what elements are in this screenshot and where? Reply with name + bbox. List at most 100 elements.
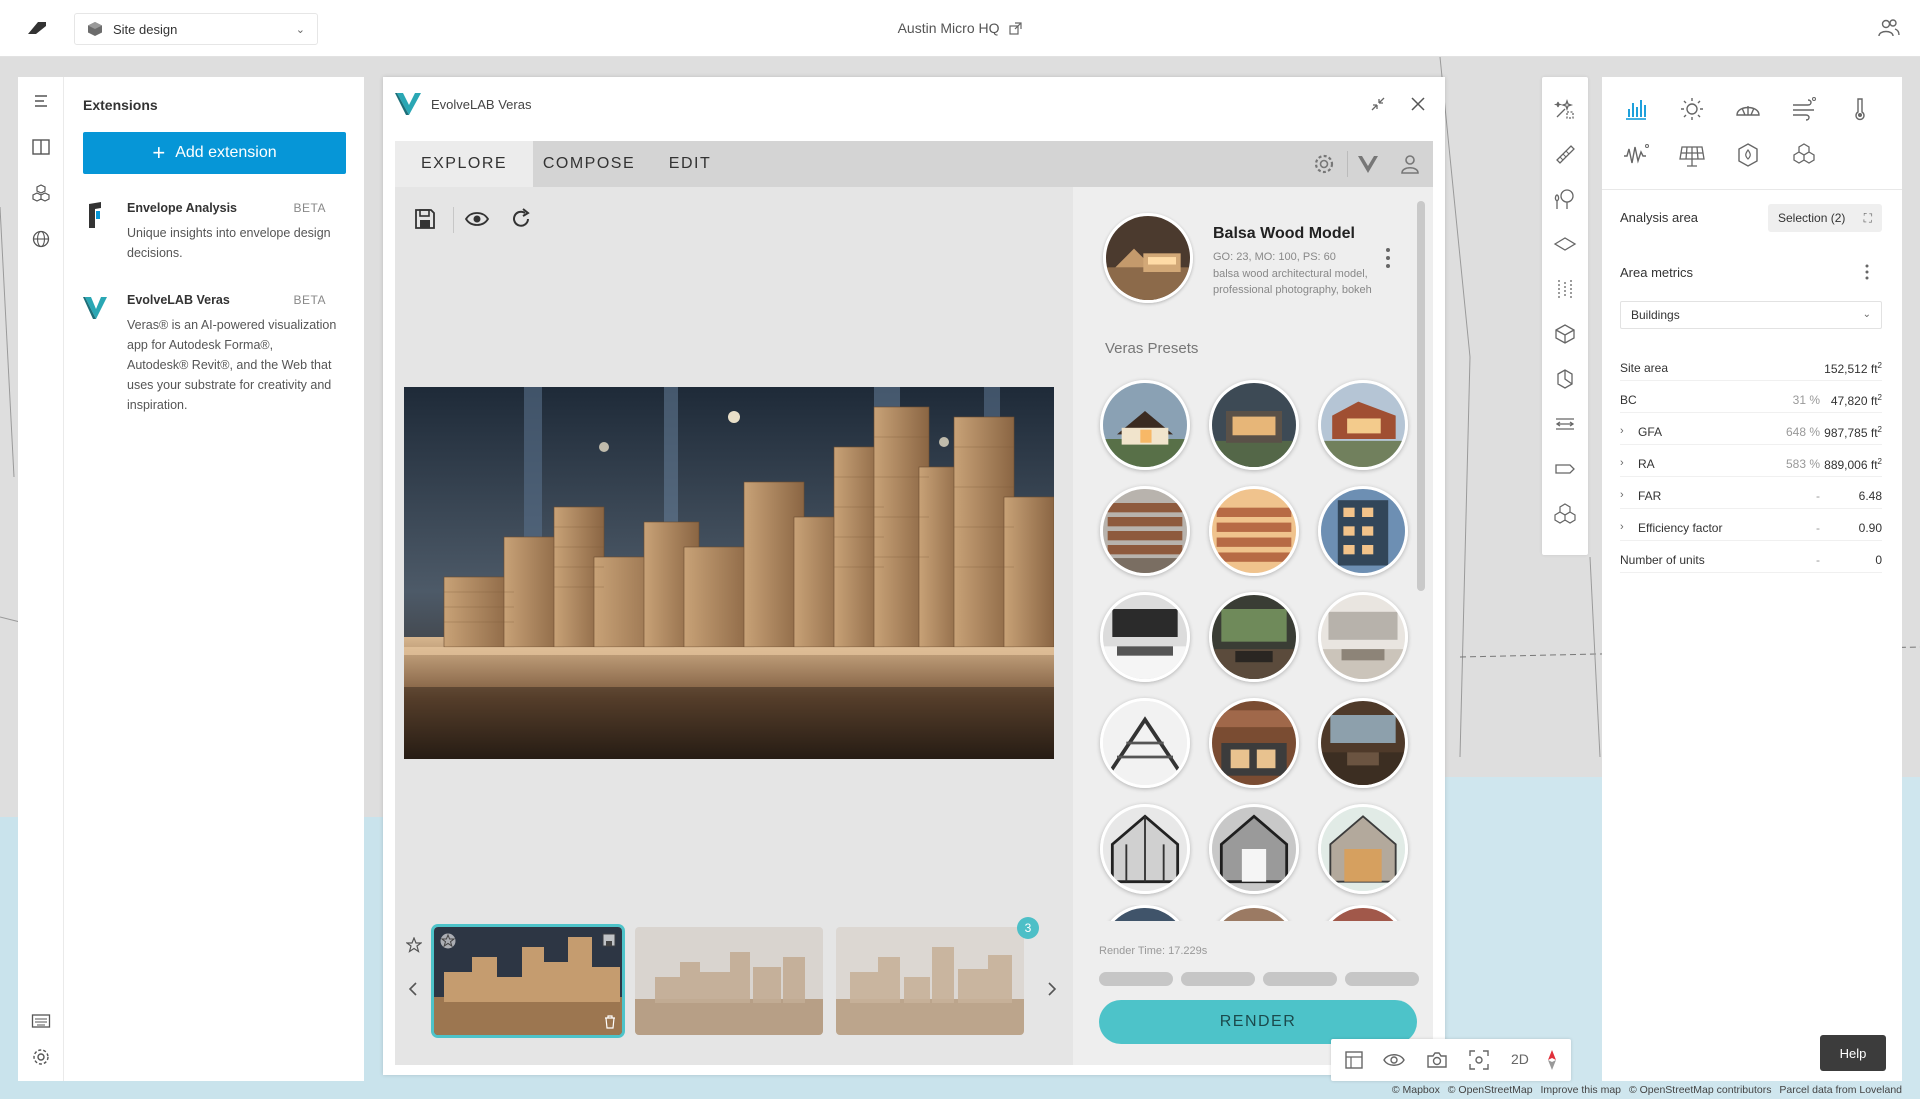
tab-explore[interactable]: EXPLORE [395, 141, 533, 187]
wind-icon[interactable] [1790, 95, 1818, 123]
collapse-icon[interactable] [1369, 95, 1387, 113]
preset-thumbnail[interactable] [1318, 486, 1408, 576]
chevron-right-icon[interactable]: › [1620, 425, 1624, 437]
metric-row-ra[interactable]: › RA 583 % 889,006 ft2 [1620, 453, 1882, 477]
tab-compose[interactable]: COMPOSE [533, 141, 645, 187]
draw-icon[interactable] [1553, 142, 1577, 166]
extension-item-veras[interactable]: EvolveLAB Veras BETA Veras® is an AI-pow… [83, 293, 346, 413]
render-thumbnail[interactable] [434, 927, 622, 1035]
eye-icon[interactable] [465, 207, 489, 231]
preset-thumbnail[interactable] [1209, 905, 1299, 921]
gear-icon[interactable] [31, 1047, 51, 1067]
chevron-left-icon[interactable] [407, 981, 419, 997]
attribution-link[interactable]: © Mapbox [1392, 1084, 1440, 1096]
align-icon[interactable] [1553, 412, 1577, 436]
preset-thumbnail[interactable] [1209, 698, 1299, 788]
star-icon[interactable] [440, 933, 456, 949]
metrics-type-dropdown[interactable]: Buildings ⌄ [1620, 301, 1882, 329]
trash-icon[interactable] [604, 1015, 616, 1029]
attribution-link[interactable]: © OpenStreetMap contributors [1629, 1084, 1772, 1096]
render-button[interactable]: RENDER [1099, 1000, 1417, 1044]
thermometer-icon[interactable] [1846, 95, 1874, 123]
chevron-right-icon[interactable]: › [1620, 489, 1624, 501]
menu-icon[interactable] [31, 91, 51, 111]
active-preset-thumbnail[interactable] [1103, 213, 1193, 303]
metric-row-far[interactable]: › FAR - 6.48 [1620, 485, 1882, 509]
chevron-right-icon[interactable]: › [1620, 457, 1624, 469]
metric-row-efficiency[interactable]: › Efficiency factor - 0.90 [1620, 517, 1882, 541]
box-icon[interactable] [1553, 367, 1577, 391]
preset-thumbnail[interactable] [1318, 592, 1408, 682]
add-extension-button[interactable]: + Add extension [83, 132, 346, 174]
people-icon[interactable] [1878, 18, 1900, 38]
book-icon[interactable] [31, 137, 51, 157]
preset-thumbnail[interactable] [1100, 804, 1190, 894]
preset-thumbnail[interactable] [1100, 698, 1190, 788]
hexagon-icon[interactable] [1734, 141, 1762, 169]
preset-thumbnail[interactable] [1318, 698, 1408, 788]
extension-item-envelope[interactable]: Envelope Analysis BETA Unique insights i… [83, 201, 346, 271]
blocks-icon[interactable] [1790, 141, 1818, 169]
measure-icon[interactable] [1553, 277, 1577, 301]
render-thumbnail[interactable] [635, 927, 823, 1035]
project-title[interactable]: Austin Micro HQ [898, 20, 1000, 36]
extensions-icon[interactable] [31, 183, 51, 203]
settings-icon[interactable] [1313, 153, 1335, 175]
map-icon[interactable] [1343, 1049, 1365, 1071]
noise-icon[interactable] [1622, 141, 1650, 169]
preset-thumbnail[interactable] [1100, 905, 1190, 921]
more-vertical-icon[interactable] [1385, 247, 1391, 269]
selection-chip[interactable]: Selection (2) ⛶ [1768, 204, 1882, 232]
preset-thumbnail[interactable] [1209, 592, 1299, 682]
star-icon[interactable] [406, 937, 422, 953]
globe-icon[interactable] [31, 229, 51, 249]
compass-icon[interactable] [1541, 1049, 1563, 1071]
attribution-link[interactable]: © OpenStreetMap [1448, 1084, 1533, 1096]
preset-thumbnail[interactable] [1100, 380, 1190, 470]
cubes-icon[interactable] [1553, 502, 1577, 526]
preset-thumbnail[interactable] [1209, 486, 1299, 576]
save-icon[interactable] [602, 933, 616, 947]
refresh-icon[interactable] [509, 207, 533, 231]
camera-icon[interactable] [1426, 1049, 1448, 1071]
more-vertical-icon[interactable] [1864, 263, 1870, 281]
mode-dropdown[interactable]: Site design ⌄ [74, 13, 318, 45]
forma-logo-icon[interactable] [26, 18, 48, 38]
main-render-image[interactable] [404, 387, 1054, 759]
focus-icon[interactable] [1468, 1049, 1490, 1071]
tab-edit[interactable]: EDIT [645, 141, 735, 187]
solar-panel-icon[interactable] [1678, 141, 1706, 169]
save-icon[interactable] [413, 207, 437, 231]
view-toolbar: 2D [1331, 1039, 1571, 1081]
keyboard-icon[interactable] [31, 1011, 51, 1031]
preset-thumbnail[interactable] [1318, 905, 1408, 921]
bar-chart-icon[interactable] [1622, 95, 1650, 123]
veras-logo-icon[interactable] [1357, 153, 1379, 175]
attribution-link[interactable]: Improve this map [1540, 1084, 1621, 1096]
external-link-icon[interactable] [1009, 22, 1023, 35]
view-mode-toggle[interactable]: 2D [1511, 1051, 1529, 1067]
preset-thumbnail[interactable] [1209, 380, 1299, 470]
user-icon[interactable] [1399, 153, 1421, 175]
preset-thumbnail[interactable] [1209, 804, 1299, 894]
help-button[interactable]: Help [1820, 1035, 1886, 1071]
eye-icon[interactable] [1383, 1049, 1405, 1071]
chevron-right-icon[interactable] [1046, 981, 1058, 997]
layer-icon[interactable] [1553, 232, 1577, 256]
metric-row-gfa[interactable]: › GFA 648 % 987,785 ft2 [1620, 421, 1882, 445]
sun-icon[interactable] [1678, 95, 1706, 123]
preset-thumbnail[interactable] [1100, 486, 1190, 576]
preset-thumbnail[interactable] [1318, 804, 1408, 894]
preset-thumbnail[interactable] [1318, 380, 1408, 470]
render-thumbnail[interactable] [836, 927, 1024, 1035]
chevron-right-icon[interactable]: › [1620, 521, 1624, 533]
vegetation-icon[interactable] [1553, 187, 1577, 211]
attribution-link[interactable]: Parcel data from Loveland [1779, 1084, 1902, 1096]
scrollbar[interactable] [1417, 201, 1425, 591]
daylight-icon[interactable] [1734, 95, 1762, 123]
generate-icon[interactable] [1553, 97, 1577, 121]
preset-thumbnail[interactable] [1100, 592, 1190, 682]
close-icon[interactable] [1409, 95, 1427, 113]
tag-icon[interactable] [1553, 457, 1577, 481]
building-icon[interactable] [1553, 322, 1577, 346]
